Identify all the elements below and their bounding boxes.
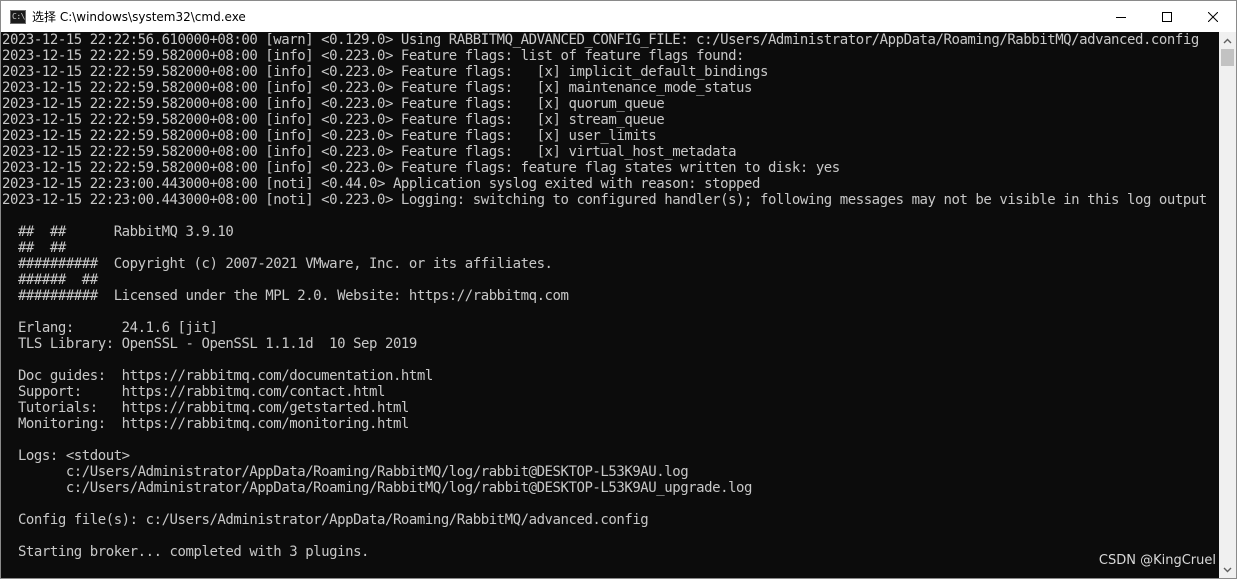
console-output[interactable]: 2023-12-15 22:22:56.610000+08:00 [warn] … xyxy=(1,32,1219,578)
console-line: ## ## xyxy=(2,240,66,256)
console-line: ###### ## xyxy=(2,272,98,288)
console-text: 2023-12-15 22:22:56.610000+08:00 [warn] … xyxy=(2,32,1207,560)
minimize-button[interactable] xyxy=(1098,1,1144,32)
console-line: Starting broker... completed with 3 plug… xyxy=(2,544,370,560)
console-line: ########## Copyright (c) 2007-2021 VMwar… xyxy=(2,256,553,272)
maximize-button[interactable] xyxy=(1144,1,1190,32)
console-line: 2023-12-15 22:22:59.582000+08:00 [info] … xyxy=(2,96,665,112)
console-line: Monitoring: https://rabbitmq.com/monitor… xyxy=(2,416,409,432)
console-line: 2023-12-15 22:22:59.582000+08:00 [info] … xyxy=(2,48,745,64)
scroll-down-arrow-icon xyxy=(1223,567,1232,572)
console-line: 2023-12-15 22:22:59.582000+08:00 [info] … xyxy=(2,160,840,176)
close-icon xyxy=(1208,11,1218,22)
cmd-icon-text: C:\ xyxy=(12,11,25,21)
console-line: 2023-12-15 22:22:56.610000+08:00 [warn] … xyxy=(2,32,1199,48)
console-line: 2023-12-15 22:22:59.582000+08:00 [info] … xyxy=(2,144,737,160)
cmd-window: C:\ 选择 C:\windows\system32\cmd.exe 2023-… xyxy=(0,0,1237,579)
console-line: Config file(s): c:/Users/Administrator/A… xyxy=(2,512,649,528)
console-line: ## ## RabbitMQ 3.9.10 xyxy=(2,224,234,240)
console-line: Erlang: 24.1.6 [jit] xyxy=(2,320,218,336)
console-line: c:/Users/Administrator/AppData/Roaming/R… xyxy=(2,464,689,480)
window-title: 选择 C:\windows\system32\cmd.exe xyxy=(32,10,246,24)
maximize-icon xyxy=(1162,11,1172,22)
console-line: Support: https://rabbitmq.com/contact.ht… xyxy=(2,384,385,400)
console-line: 2023-12-15 22:23:00.443000+08:00 [noti] … xyxy=(2,192,1207,208)
scroll-up-button[interactable] xyxy=(1219,32,1236,49)
console-line: 2023-12-15 22:22:59.582000+08:00 [info] … xyxy=(2,64,768,80)
console-line: Logs: <stdout> xyxy=(2,448,130,464)
scroll-up-arrow-icon xyxy=(1223,38,1232,43)
console-line: 2023-12-15 22:23:00.443000+08:00 [noti] … xyxy=(2,176,760,192)
console-line: Doc guides: https://rabbitmq.com/documen… xyxy=(2,368,433,384)
console-line: Tutorials: https://rabbitmq.com/getstart… xyxy=(2,400,409,416)
console-line: 2023-12-15 22:22:59.582000+08:00 [info] … xyxy=(2,80,752,96)
scroll-down-button[interactable] xyxy=(1219,561,1236,578)
scrollbar-thumb[interactable] xyxy=(1221,49,1234,66)
console-line: 2023-12-15 22:22:59.582000+08:00 [info] … xyxy=(2,112,665,128)
title-bar[interactable]: C:\ 选择 C:\windows\system32\cmd.exe xyxy=(1,1,1236,32)
console-line: 2023-12-15 22:22:59.582000+08:00 [info] … xyxy=(2,128,657,144)
console-line: c:/Users/Administrator/AppData/Roaming/R… xyxy=(2,480,753,496)
vertical-scrollbar[interactable] xyxy=(1219,32,1236,578)
console-line: TLS Library: OpenSSL - OpenSSL 1.1.1d 10… xyxy=(2,336,417,352)
close-button[interactable] xyxy=(1190,1,1236,32)
console-line: ########## Licensed under the MPL 2.0. W… xyxy=(2,288,569,304)
minimize-icon xyxy=(1116,16,1126,18)
cmd-icon[interactable]: C:\ xyxy=(10,9,26,24)
window-controls xyxy=(1098,1,1236,32)
csdn-watermark: CSDN @KingCruel xyxy=(1098,553,1216,568)
